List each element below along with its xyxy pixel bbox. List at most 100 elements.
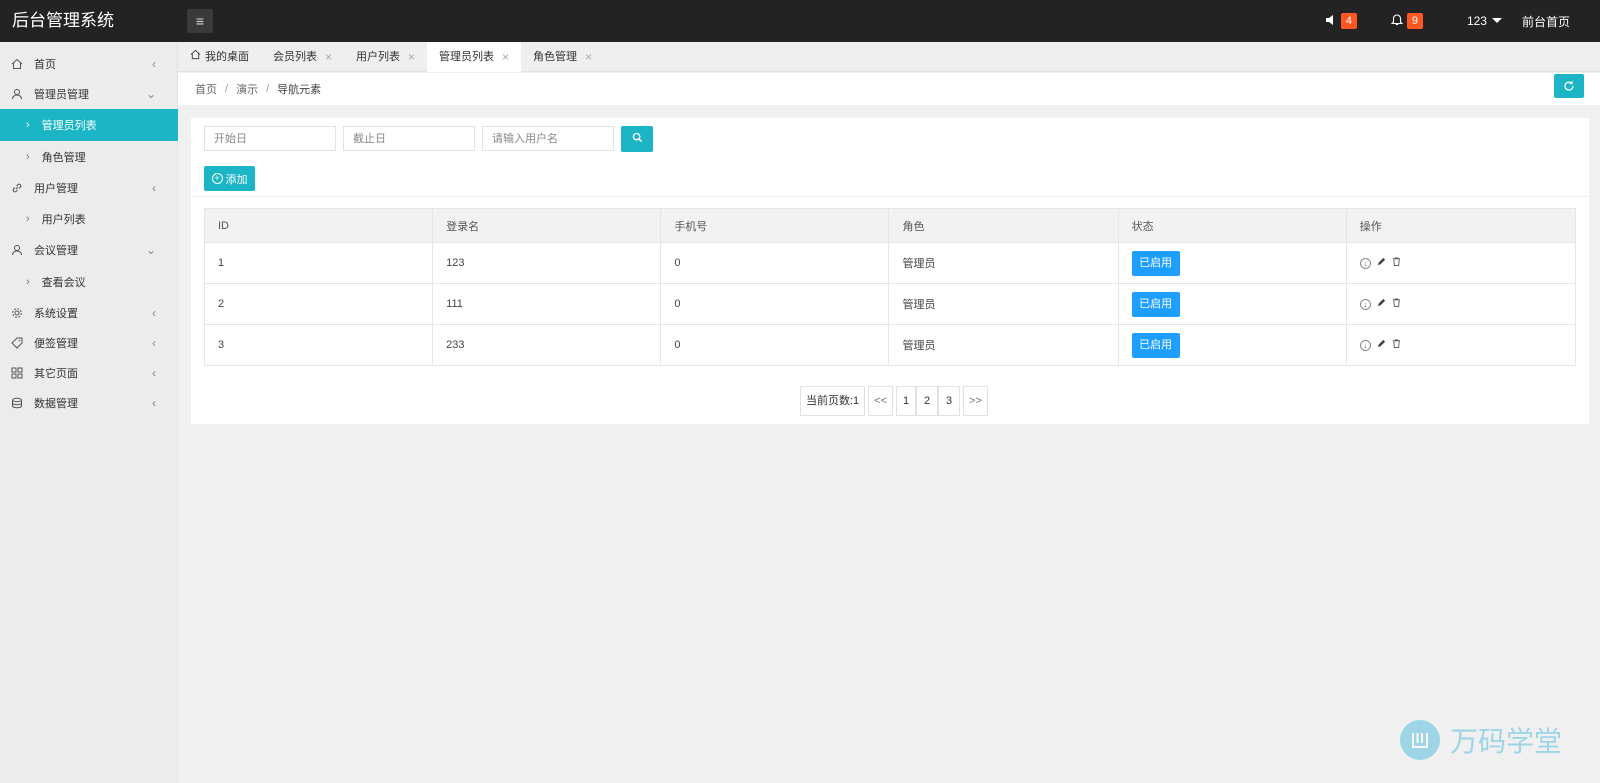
tab-my-desktop[interactable]: 我的桌面 <box>178 42 261 72</box>
trash-icon[interactable] <box>1392 257 1401 269</box>
sidebar-item-admin-list[interactable]: › 管理员列表 <box>0 109 178 141</box>
trash-icon[interactable] <box>1392 339 1401 351</box>
sidebar-item-system-settings[interactable]: 系统设置 ‹ <box>0 297 178 329</box>
trash-icon[interactable] <box>1392 298 1401 310</box>
tab-bar: 我的桌面 会员列表 × 用户列表 × 管理员列表 × 角色管理 × <box>178 42 1600 72</box>
notification-button[interactable]: 9 <box>1390 13 1423 29</box>
breadcrumb-item[interactable]: 首页 <box>195 81 217 97</box>
cell-login: 123 <box>432 242 662 284</box>
column-header: 状态 <box>1117 208 1347 243</box>
sidebar-item-role-management[interactable]: › 角色管理 <box>0 141 178 173</box>
user-menu[interactable]: 123 <box>1467 14 1502 28</box>
sidebar-item-label: 角色管理 <box>41 152 86 164</box>
cell-login: 111 <box>432 283 662 325</box>
user-icon <box>10 243 24 257</box>
sidebar-item-data-management[interactable]: 数据管理 ‹ <box>0 387 178 419</box>
plus-circle-icon: + <box>211 173 223 184</box>
sidebar-item-user-list[interactable]: › 用户列表 <box>0 203 178 235</box>
close-icon[interactable]: × <box>502 42 509 72</box>
column-header: 手机号 <box>660 208 890 243</box>
sidebar-item-user-management[interactable]: 用户管理 ‹ <box>0 172 178 204</box>
top-bar-right: 4 9 123 前台首页 <box>1325 0 1600 42</box>
refresh-icon <box>1563 80 1575 95</box>
edit-icon[interactable] <box>1377 298 1386 310</box>
announcement-button[interactable]: 4 <box>1325 13 1357 29</box>
cell-id: 3 <box>203 324 434 366</box>
chevron-left-icon: ‹ <box>152 57 156 71</box>
tab-member-list[interactable]: 会员列表 × <box>261 42 344 72</box>
pagination: 当前页数:1 << 1 2 3 >> <box>800 386 991 416</box>
download-icon[interactable]: ↓ <box>1359 298 1371 310</box>
chevron-right-icon: › <box>26 119 30 131</box>
breadcrumb-item[interactable]: 演示 <box>236 81 258 97</box>
hamburger-menu-button[interactable]: ≡ <box>187 9 213 33</box>
sidebar-item-meeting-management[interactable]: 会议管理 ⌄ <box>0 234 178 266</box>
prev-page-button[interactable]: << <box>868 386 894 416</box>
sidebar-item-label: 首页 <box>34 59 56 71</box>
content-card: + 添加 ID 登录名 手机号 角色 状态 操作 1 123 0 管理员 已启用 <box>191 118 1589 424</box>
grid-icon <box>10 366 24 380</box>
caret-down-icon <box>1491 17 1502 23</box>
column-header: ID <box>203 208 434 243</box>
status-button[interactable]: 已启用 <box>1131 291 1180 317</box>
chevron-left-icon: ‹ <box>152 306 156 320</box>
refresh-button[interactable] <box>1554 74 1584 98</box>
cell-role: 管理员 <box>888 324 1119 366</box>
close-icon[interactable]: × <box>325 42 332 72</box>
next-page-button[interactable]: >> <box>963 386 988 416</box>
hamburger-icon: ≡ <box>195 13 205 29</box>
sidebar-item-home[interactable]: 首页 ‹ <box>0 48 178 80</box>
sidebar-item-notes-management[interactable]: 便签管理 ‹ <box>0 327 178 359</box>
edit-icon[interactable] <box>1377 257 1386 269</box>
search-icon <box>632 132 643 146</box>
cell-actions: ↓ <box>1345 242 1577 284</box>
page-button[interactable]: 3 <box>938 386 961 416</box>
search-button[interactable] <box>621 126 653 152</box>
breadcrumb: 首页 / 演示 / 导航元素 <box>178 73 1600 105</box>
tab-user-list[interactable]: 用户列表 × <box>344 42 427 72</box>
tab-label: 管理员列表 <box>439 51 495 63</box>
home-icon <box>10 57 24 71</box>
sidebar-item-label: 用户管理 <box>34 183 78 195</box>
page-button[interactable]: 2 <box>916 386 939 416</box>
top-bar: 后台管理系统 ≡ 4 9 123 前台首页 <box>0 0 1600 42</box>
tab-role-management[interactable]: 角色管理 × <box>521 42 604 72</box>
chevron-right-icon: › <box>26 151 30 163</box>
close-icon[interactable]: × <box>585 42 592 72</box>
username-search-input[interactable] <box>482 126 614 151</box>
tab-admin-list[interactable]: 管理员列表 × <box>427 42 522 72</box>
cell-login: 233 <box>432 324 662 366</box>
edit-icon[interactable] <box>1377 339 1386 351</box>
status-button[interactable]: 已启用 <box>1131 250 1180 276</box>
divider <box>191 196 1589 197</box>
sidebar-item-label: 便签管理 <box>34 338 78 350</box>
sidebar: 首页 ‹ 管理员管理 ⌄ › 管理员列表 › 角色管理 用户管理 ‹ › 用户列… <box>0 42 178 783</box>
chevron-left-icon: ‹ <box>152 181 156 195</box>
status-button[interactable]: 已启用 <box>1131 332 1180 358</box>
download-icon[interactable]: ↓ <box>1359 339 1371 351</box>
cell-status: 已启用 <box>1117 324 1347 366</box>
front-home-link[interactable]: 前台首页 <box>1522 13 1570 30</box>
page-button[interactable]: 1 <box>896 386 917 416</box>
tag-icon <box>10 336 24 350</box>
admin-icon <box>10 87 24 101</box>
chevron-left-icon: ‹ <box>152 336 156 350</box>
add-button[interactable]: + 添加 <box>204 166 255 191</box>
admin-table: ID 登录名 手机号 角色 状态 操作 1 123 0 管理员 已启用 ↓ 2 … <box>203 208 1577 366</box>
start-date-input[interactable] <box>204 126 336 151</box>
sidebar-item-admin-management[interactable]: 管理员管理 ⌄ <box>0 78 178 110</box>
notification-badge: 9 <box>1406 13 1423 29</box>
link-icon <box>10 181 24 195</box>
chevron-left-icon: ‹ <box>152 366 156 380</box>
watermark-text: 万码学堂 <box>1450 726 1563 757</box>
end-date-input[interactable] <box>343 126 475 151</box>
download-icon[interactable]: ↓ <box>1359 257 1371 269</box>
sidebar-item-other-pages[interactable]: 其它页面 ‹ <box>0 357 178 389</box>
bell-icon <box>1390 13 1404 29</box>
database-icon <box>10 396 24 410</box>
watermark-logo-icon <box>1400 720 1440 760</box>
cell-actions: ↓ <box>1345 324 1577 366</box>
sidebar-item-view-meetings[interactable]: › 查看会议 <box>0 266 178 298</box>
close-icon[interactable]: × <box>408 42 415 72</box>
gear-icon <box>10 306 24 320</box>
